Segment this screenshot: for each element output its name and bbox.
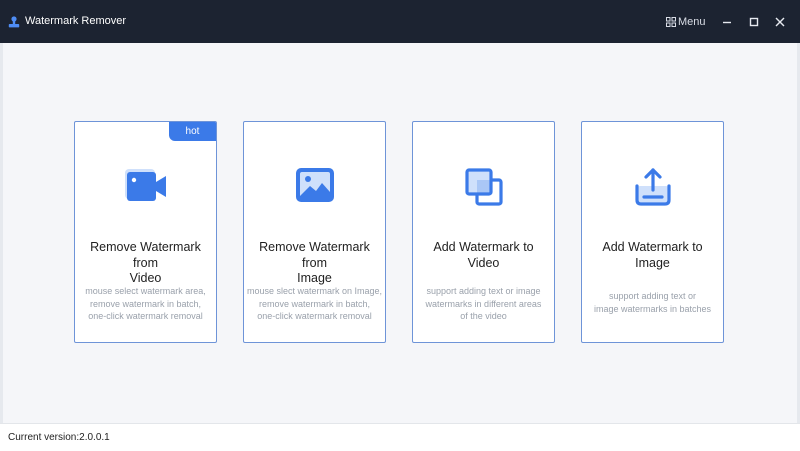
stamp-icon xyxy=(8,16,20,28)
menu-button[interactable]: Menu xyxy=(666,13,706,31)
card-title: Remove Watermark from Image xyxy=(259,240,370,285)
remove-watermark-video-card[interactable]: hot Remove Watermark from Video mouse se… xyxy=(74,121,217,343)
card-description: mouse select watermark area, remove wate… xyxy=(85,286,206,321)
main-panel: hot Remove Watermark from Video mouse se… xyxy=(3,43,797,423)
maximize-icon xyxy=(749,17,759,27)
maximize-button[interactable] xyxy=(745,13,763,31)
close-button[interactable] xyxy=(771,13,789,31)
title-bar: Watermark Remover Menu xyxy=(0,0,800,43)
version-text: Current version:2.0.0.1 xyxy=(8,432,110,443)
card-description: mouse slect watermark on Image, remove w… xyxy=(246,286,383,321)
overlap-squares-icon xyxy=(464,168,503,206)
close-icon xyxy=(775,17,785,27)
image-icon xyxy=(295,168,334,202)
menu-label: Menu xyxy=(678,16,706,28)
grid-icon xyxy=(666,17,676,27)
hot-badge: hot xyxy=(169,122,216,141)
remove-watermark-image-card[interactable]: Remove Watermark from Image mouse slect … xyxy=(243,121,386,343)
video-camera-icon xyxy=(124,169,166,201)
status-bar: Current version:2.0.0.1 xyxy=(0,423,800,451)
minimize-icon xyxy=(723,21,731,24)
minimize-button[interactable] xyxy=(718,13,736,31)
add-watermark-image-card[interactable]: Add Watermark to Image support adding te… xyxy=(581,121,724,343)
upload-tray-icon xyxy=(634,168,671,206)
card-title: Add Watermark to Image xyxy=(602,240,703,270)
card-title: Add Watermark to Video xyxy=(433,240,534,270)
card-description: support adding text or image watermarks … xyxy=(425,286,542,321)
card-description: support adding text or image watermarks … xyxy=(593,291,712,314)
add-watermark-video-card[interactable]: Add Watermark to Video support adding te… xyxy=(412,121,555,343)
card-title: Remove Watermark from Video xyxy=(90,240,201,285)
app-title: Watermark Remover xyxy=(25,15,127,27)
